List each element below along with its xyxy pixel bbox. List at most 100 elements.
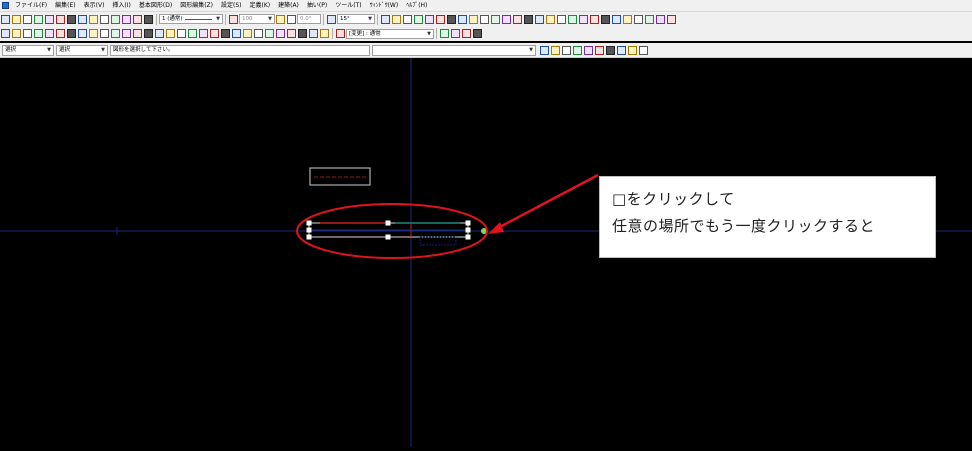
model-icon[interactable] bbox=[254, 29, 263, 38]
mirror-icon[interactable] bbox=[535, 14, 544, 24]
grip-handle[interactable] bbox=[306, 220, 312, 226]
grid-icon[interactable] bbox=[144, 14, 153, 24]
trim-icon[interactable] bbox=[568, 14, 577, 24]
align-left-icon[interactable] bbox=[45, 29, 54, 38]
snap-intersection-icon[interactable] bbox=[144, 29, 153, 38]
ortho-icon[interactable] bbox=[188, 29, 197, 38]
block-icon[interactable] bbox=[513, 14, 522, 24]
ortho-toggle-icon[interactable] bbox=[562, 45, 571, 55]
redraw-icon[interactable] bbox=[440, 29, 449, 38]
layer-freeze-icon[interactable] bbox=[451, 29, 460, 38]
grid-toggle-icon[interactable] bbox=[551, 45, 560, 55]
menu-item[interactable]: 基本図形(D) bbox=[135, 0, 176, 11]
chevron-down-icon[interactable]: ▼ bbox=[427, 30, 431, 38]
lwt-icon[interactable] bbox=[243, 29, 252, 38]
polar-icon[interactable] bbox=[199, 29, 208, 38]
layer-combo[interactable]: 1 (通常) ▼ bbox=[159, 14, 223, 24]
app-icon[interactable] bbox=[2, 2, 9, 9]
command-input[interactable]: ▼ bbox=[372, 44, 536, 56]
snap-center-icon[interactable] bbox=[133, 29, 142, 38]
mode-combo-1[interactable]: 選択 ▼ bbox=[2, 44, 54, 56]
menu-item[interactable]: 表示(V) bbox=[80, 0, 109, 11]
dyn-icon[interactable] bbox=[232, 29, 241, 38]
zoom-window-icon[interactable] bbox=[298, 29, 307, 38]
fillet-icon[interactable] bbox=[601, 14, 610, 24]
chevron-down-icon[interactable]: ▼ bbox=[529, 46, 533, 55]
chevron-down-icon[interactable]: ▼ bbox=[101, 46, 105, 55]
scale-icon[interactable] bbox=[557, 14, 566, 24]
undo-icon[interactable] bbox=[56, 14, 65, 24]
offset-icon[interactable] bbox=[590, 14, 599, 24]
menu-item[interactable]: ファイル(F) bbox=[11, 0, 51, 11]
chamfer-icon[interactable] bbox=[612, 14, 621, 24]
snap-toggle-icon[interactable] bbox=[540, 45, 549, 55]
chevron-down-icon[interactable]: ▼ bbox=[216, 15, 220, 23]
ungroup-icon[interactable] bbox=[100, 29, 109, 38]
menu-item[interactable]: ﾍﾙﾌﾟ(H) bbox=[402, 0, 431, 11]
extend-icon[interactable] bbox=[579, 14, 588, 24]
menu-item[interactable]: 挿入(I) bbox=[108, 0, 134, 11]
preview-rectangle[interactable] bbox=[309, 167, 371, 186]
layer-name-combo[interactable]: [変更] : 通常 ▼ bbox=[346, 28, 434, 39]
polar-toggle-icon[interactable] bbox=[573, 45, 582, 55]
array-icon[interactable] bbox=[524, 14, 533, 24]
chevron-down-icon[interactable]: ▼ bbox=[47, 46, 51, 55]
grip-handle[interactable] bbox=[465, 234, 471, 240]
distribute-icon[interactable] bbox=[78, 29, 87, 38]
list-icon[interactable] bbox=[34, 29, 43, 38]
osnap-toggle-icon[interactable] bbox=[584, 45, 593, 55]
chevron-down-icon[interactable]: ▼ bbox=[368, 15, 372, 23]
new-file-icon[interactable] bbox=[1, 14, 10, 24]
layout-icon[interactable] bbox=[265, 29, 274, 38]
ellipse-icon[interactable] bbox=[480, 14, 489, 24]
zoom-icon[interactable] bbox=[133, 14, 142, 24]
properties-icon[interactable] bbox=[78, 14, 87, 24]
snap-tangent-icon[interactable] bbox=[166, 29, 175, 38]
menu-item[interactable]: ｳｨﾝﾄﾞｳ(W) bbox=[366, 0, 403, 11]
redo-icon[interactable] bbox=[67, 14, 76, 24]
angle-combo[interactable]: 0.0° bbox=[297, 14, 321, 24]
group-icon[interactable] bbox=[89, 29, 98, 38]
save-icon[interactable] bbox=[23, 14, 32, 24]
track-toggle-icon[interactable] bbox=[595, 45, 604, 55]
menu-item[interactable]: ツール(T) bbox=[331, 0, 365, 11]
pen-width-combo[interactable]: 100 ▼ bbox=[239, 14, 275, 24]
snap-nearest-icon[interactable] bbox=[177, 29, 186, 38]
menu-item[interactable]: 編集(E) bbox=[51, 0, 79, 11]
menu-item[interactable]: 定義(K) bbox=[245, 0, 274, 11]
circle-icon[interactable] bbox=[447, 14, 456, 24]
otrack-icon[interactable] bbox=[221, 29, 230, 38]
pin-icon[interactable] bbox=[1, 29, 10, 38]
pen-icon[interactable] bbox=[414, 14, 423, 24]
arc-icon[interactable] bbox=[458, 14, 467, 24]
grip-handle[interactable] bbox=[306, 227, 312, 233]
snap-icon[interactable] bbox=[381, 14, 390, 24]
layer-color-swatch-icon[interactable] bbox=[336, 29, 345, 38]
measure-icon[interactable] bbox=[23, 29, 32, 38]
dimension-icon[interactable] bbox=[111, 14, 120, 24]
menu-item[interactable]: 抽い(P) bbox=[303, 0, 331, 11]
snap-end-icon[interactable] bbox=[111, 29, 120, 38]
grip-handle[interactable] bbox=[385, 220, 391, 226]
snap-angle-combo[interactable]: 15° ▼ bbox=[337, 14, 375, 24]
chevron-down-icon[interactable]: ▼ bbox=[268, 15, 272, 23]
angle-icon[interactable] bbox=[276, 14, 285, 24]
spline-icon[interactable] bbox=[491, 14, 500, 24]
menu-item[interactable]: 設定(S) bbox=[217, 0, 246, 11]
quick-props-icon[interactable] bbox=[628, 45, 637, 55]
join-icon[interactable] bbox=[634, 14, 643, 24]
lineweight-toggle-icon[interactable] bbox=[606, 45, 615, 55]
zoom-extents-icon[interactable] bbox=[309, 29, 318, 38]
print-icon[interactable] bbox=[45, 14, 54, 24]
grip-handle[interactable] bbox=[385, 234, 391, 240]
calendar-icon[interactable] bbox=[122, 14, 131, 24]
viewport-icon[interactable] bbox=[276, 29, 285, 38]
mode-combo-2[interactable]: 選択 ▼ bbox=[56, 44, 108, 56]
pen-color-icon[interactable] bbox=[229, 14, 238, 24]
table-icon[interactable] bbox=[403, 14, 412, 24]
menu-item[interactable]: 建築(A) bbox=[274, 0, 303, 11]
snap-perpendicular-icon[interactable] bbox=[155, 29, 164, 38]
open-folder-icon[interactable] bbox=[12, 14, 21, 24]
explode-icon[interactable] bbox=[645, 14, 654, 24]
menu-item[interactable]: 図形編集(Z) bbox=[176, 0, 217, 11]
